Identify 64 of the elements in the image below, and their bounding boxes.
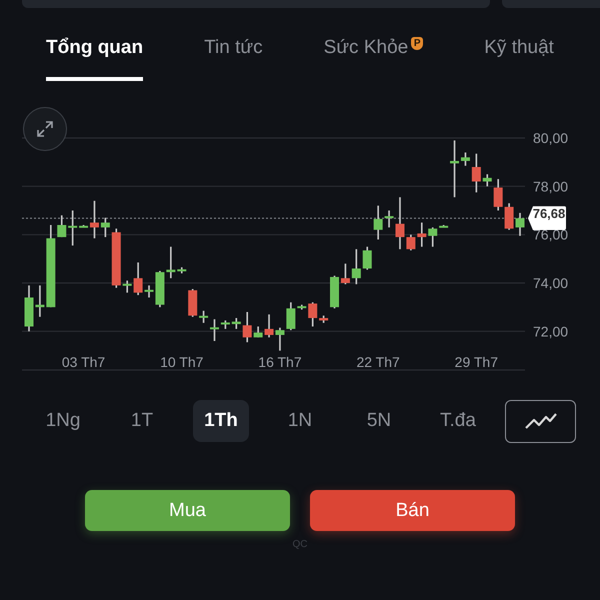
- axis-label: 10 Th7: [160, 354, 204, 370]
- tab[interactable]: Tin tức: [204, 35, 263, 81]
- candle: [24, 285, 34, 332]
- candle: [297, 304, 306, 310]
- candle: [100, 218, 110, 238]
- candle: [275, 328, 284, 351]
- candle: [472, 154, 481, 192]
- candle: [242, 312, 252, 342]
- sell-button[interactable]: Bán: [310, 490, 515, 531]
- expand-icon: [35, 119, 55, 139]
- range-tab[interactable]: 1N: [272, 400, 328, 442]
- candle: [57, 215, 66, 238]
- chart-type-button[interactable]: [505, 400, 576, 442]
- expand-button[interactable]: [23, 107, 67, 151]
- range-tab[interactable]: T.đa: [430, 400, 486, 442]
- buy-button[interactable]: Mua: [85, 490, 290, 531]
- candle: [166, 246, 176, 278]
- candle: [35, 285, 44, 317]
- tab[interactable]: Tổng quan: [46, 35, 144, 81]
- candle: [516, 212, 524, 236]
- candle: [199, 310, 208, 323]
- range-tab[interactable]: 5N: [351, 400, 407, 442]
- candle: [406, 234, 416, 250]
- candle: [254, 326, 263, 338]
- line-chart-icon: [524, 411, 558, 431]
- axis-label: 22 Th7: [356, 354, 400, 370]
- candle: [352, 249, 361, 284]
- axis-label: 74,00: [533, 275, 568, 291]
- axis-label: 72,00: [533, 323, 568, 340]
- tab[interactable]: Sức Khỏe P: [324, 35, 424, 81]
- candle: [340, 264, 350, 284]
- candle: [362, 246, 372, 270]
- current-price: 76,68: [528, 206, 566, 230]
- candle: [188, 289, 198, 317]
- candle: [428, 227, 438, 247]
- candle: [417, 222, 426, 247]
- candle: [134, 262, 143, 296]
- axis-label: 29 Th7: [454, 354, 498, 370]
- candle: [112, 228, 121, 288]
- candle: [220, 320, 230, 329]
- axis-label: 80,00: [533, 130, 568, 146]
- candle: [264, 314, 274, 338]
- candle: [68, 210, 78, 246]
- range-tab[interactable]: 1Ng: [35, 400, 91, 442]
- axis-label: 03 Th7: [62, 354, 106, 370]
- axis-label: 78,00: [533, 178, 568, 194]
- candle: [319, 316, 328, 323]
- candle: [482, 174, 492, 186]
- candle: [374, 206, 383, 240]
- range-tab[interactable]: 1Th: [193, 400, 249, 442]
- candle: [494, 179, 503, 210]
- candle: [286, 302, 296, 330]
- candle: [210, 319, 219, 341]
- candle: [177, 267, 186, 274]
- candle: [308, 302, 318, 326]
- badge-icon: P: [411, 37, 424, 50]
- tab[interactable]: Kỹ thuật: [484, 35, 554, 81]
- axis-label: 16 Th7: [258, 354, 302, 370]
- candle: [439, 225, 448, 228]
- candle: [504, 203, 514, 230]
- range-tab[interactable]: 1T: [114, 400, 170, 442]
- candle: [232, 318, 241, 329]
- candle: [330, 276, 339, 308]
- candle: [122, 280, 132, 293]
